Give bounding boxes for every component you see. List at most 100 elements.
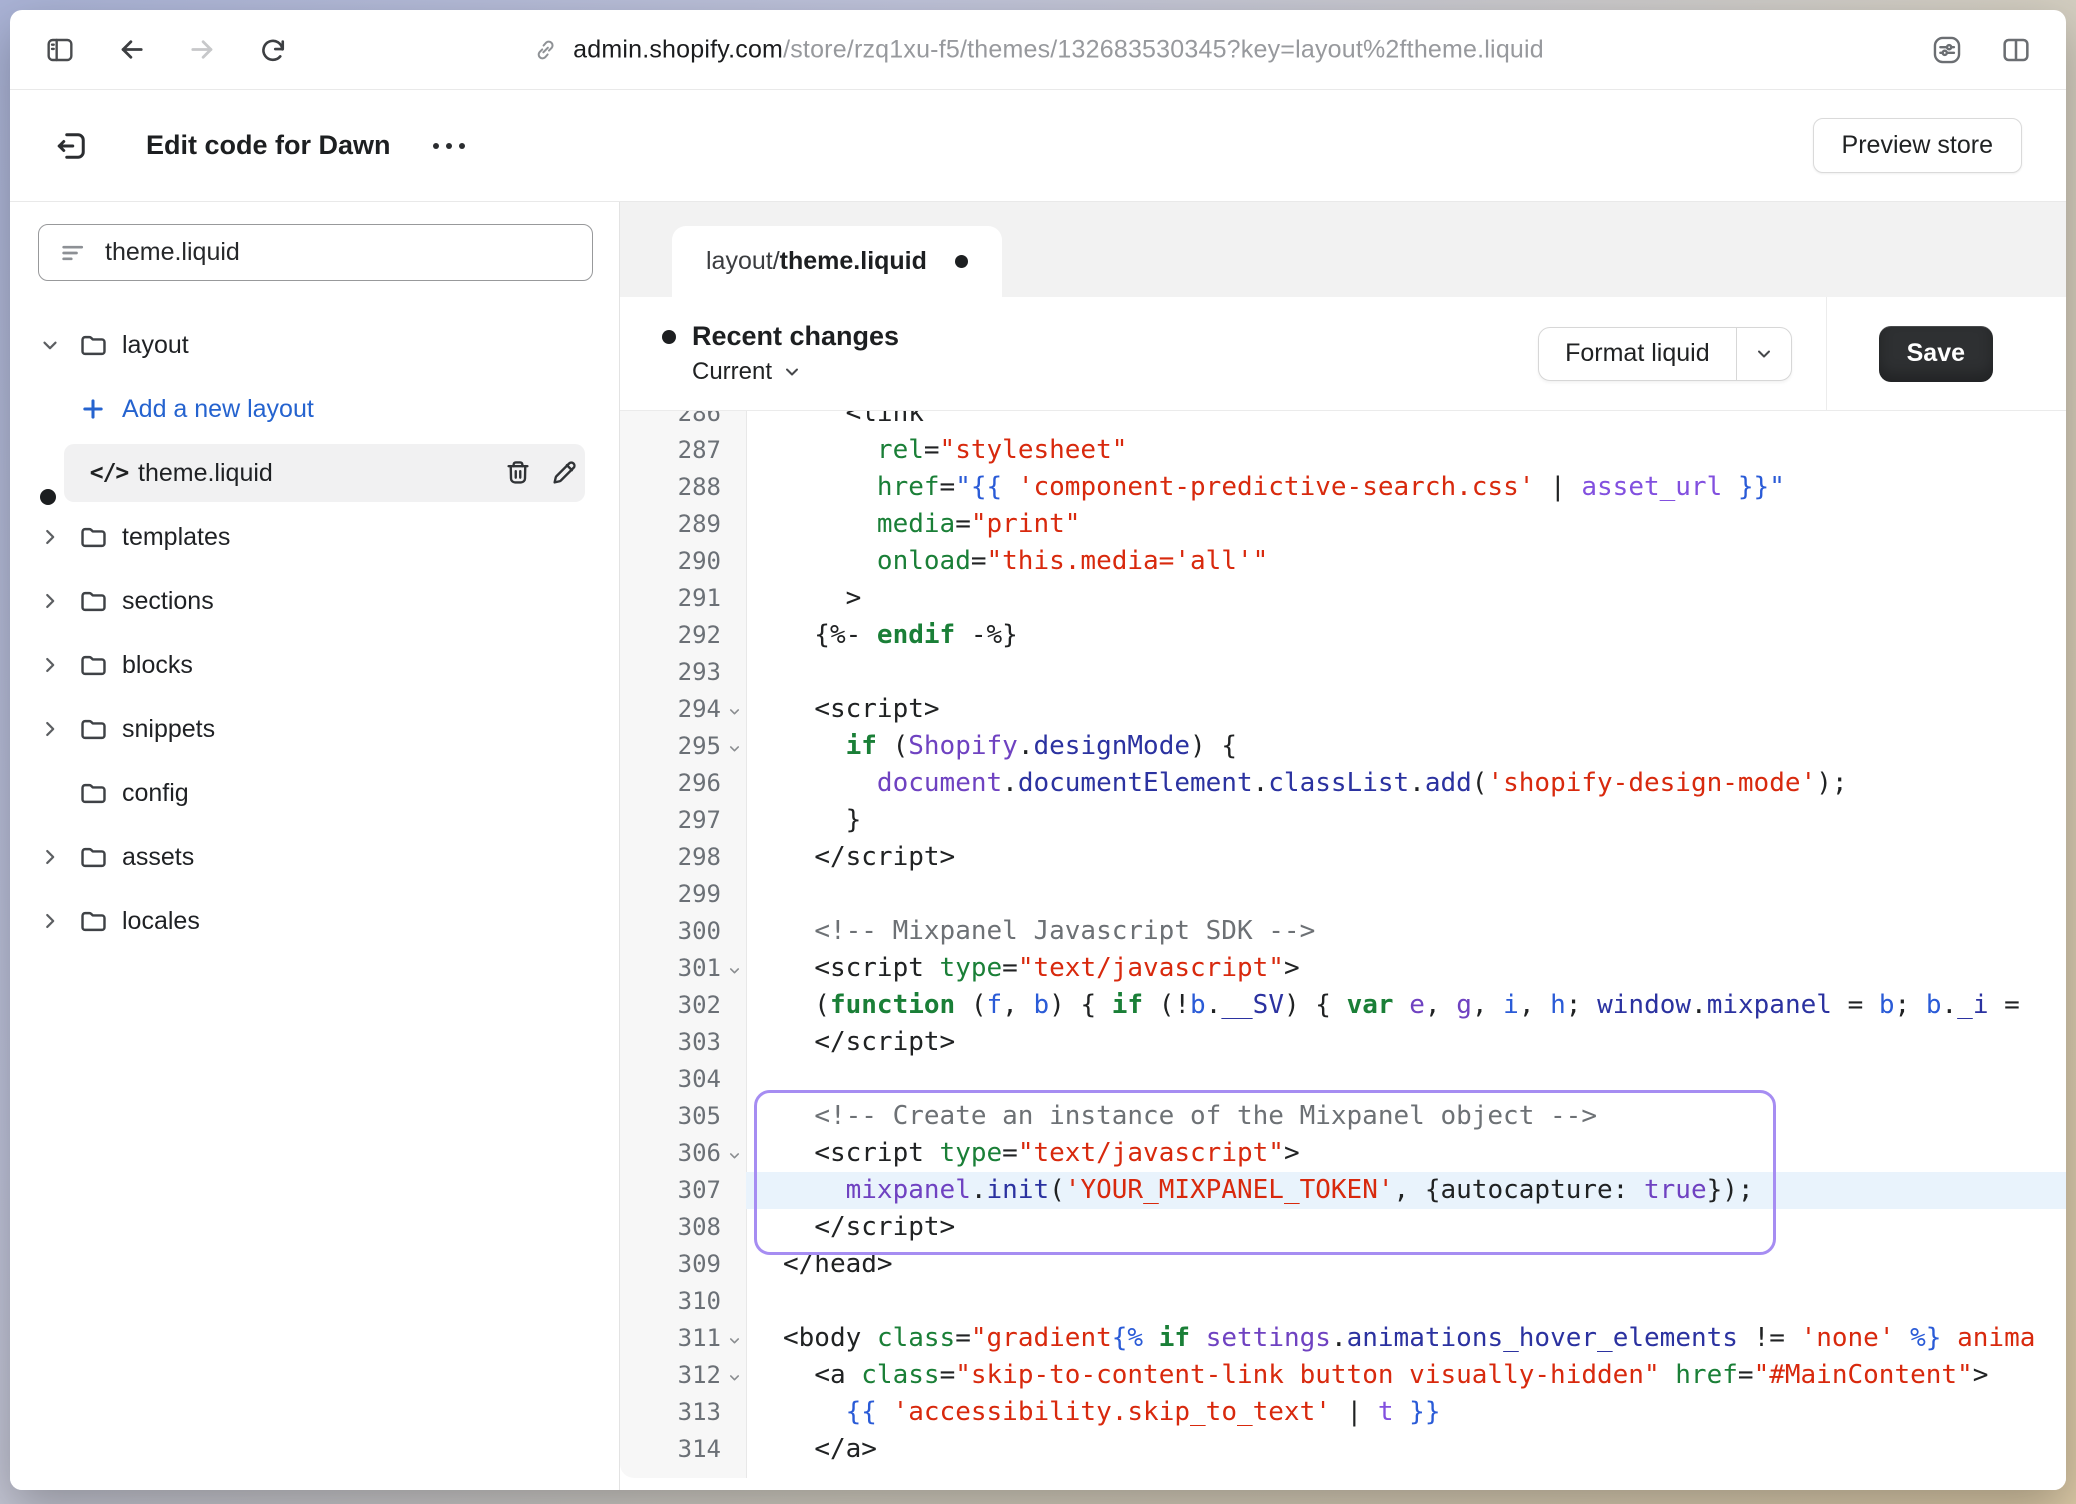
preview-store-button[interactable]: Preview store [1813, 118, 2022, 173]
code-line-310[interactable]: 310 [620, 1283, 2066, 1320]
chevron-right-icon[interactable] [38, 654, 62, 676]
code-line-307[interactable]: 307 mixpanel.init('YOUR_MIXPANEL_TOKEN',… [620, 1172, 2066, 1209]
line-number: 312 [620, 1357, 746, 1394]
sidebar-toggle-icon[interactable] [44, 34, 76, 66]
sidebar-item-templates[interactable]: templates [10, 505, 619, 569]
browser-settings-icon[interactable] [1930, 33, 1964, 67]
code-line-295[interactable]: 295 if (Shopify.designMode) { [620, 728, 2066, 765]
code-text: <link [746, 411, 2066, 432]
page-title: Edit code for Dawn [146, 130, 391, 161]
tab-theme-liquid[interactable]: layout/theme.liquid [672, 226, 1002, 297]
sidebar-item-locales[interactable]: locales [10, 889, 619, 953]
code-text: <script type="text/javascript"> [746, 950, 2066, 987]
line-number: 289 [620, 506, 746, 543]
chevron-right-icon[interactable] [38, 526, 62, 548]
fold-chevron-icon[interactable] [727, 963, 742, 978]
search-input[interactable] [105, 238, 572, 267]
code-line-311[interactable]: 311<body class="gradient{% if settings.a… [620, 1320, 2066, 1357]
sidebar-item-sections[interactable]: sections [10, 569, 619, 633]
line-number: 297 [620, 802, 746, 839]
code-line-309[interactable]: 309</head> [620, 1246, 2066, 1283]
recent-changes-title: Recent changes [692, 321, 899, 352]
exit-editor-icon[interactable] [54, 128, 90, 164]
code-line-286[interactable]: 286 <link [620, 411, 2066, 432]
forward-icon[interactable] [187, 34, 218, 65]
code-line-289[interactable]: 289 media="print" [620, 506, 2066, 543]
chevron-right-icon[interactable] [38, 846, 62, 868]
version-dropdown[interactable]: Current [662, 358, 899, 386]
line-number: 303 [620, 1024, 746, 1061]
code-editor[interactable]: 286 <link287 rel="stylesheet"288 href="{… [620, 411, 2066, 1478]
sidebar-item-config[interactable]: config [10, 761, 619, 825]
code-text: > [746, 580, 2066, 617]
code-text: <body class="gradient{% if settings.anim… [746, 1320, 2066, 1357]
code-line-287[interactable]: 287 rel="stylesheet" [620, 432, 2066, 469]
code-text: </script> [746, 839, 2066, 876]
save-button[interactable]: Save [1879, 326, 1993, 382]
code-text: onload="this.media='all'" [746, 543, 2066, 580]
sidebar-item-assets[interactable]: assets [10, 825, 619, 889]
code-line-300[interactable]: 300 <!-- Mixpanel Javascript SDK --> [620, 913, 2066, 950]
code-line-308[interactable]: 308 </script> [620, 1209, 2066, 1246]
split-view-icon[interactable] [2000, 34, 2032, 66]
code-text: media="print" [746, 506, 2066, 543]
code-text: mixpanel.init('YOUR_MIXPANEL_TOKEN', {au… [746, 1172, 2066, 1209]
sidebar-item-layout[interactable]: layout [10, 313, 619, 377]
code-line-314[interactable]: 314 </a> [620, 1431, 2066, 1468]
code-line-301[interactable]: 301 <script type="text/javascript"> [620, 950, 2066, 987]
code-line-288[interactable]: 288 href="{{ 'component-predictive-searc… [620, 469, 2066, 506]
folder-icon [76, 714, 110, 745]
code-line-302[interactable]: 302 (function (f, b) { if (!b.__SV) { va… [620, 987, 2066, 1024]
code-line-293[interactable]: 293 [620, 654, 2066, 691]
code-line-305[interactable]: 305 <!-- Create an instance of the Mixpa… [620, 1098, 2066, 1135]
more-actions-icon[interactable] [433, 143, 465, 149]
fold-chevron-icon[interactable] [727, 741, 742, 756]
code-line-296[interactable]: 296 document.documentElement.classList.a… [620, 765, 2066, 802]
code-line-304[interactable]: 304 [620, 1061, 2066, 1098]
chevron-down-icon[interactable] [38, 334, 62, 356]
line-number: 298 [620, 839, 746, 876]
fold-chevron-icon[interactable] [727, 1333, 742, 1348]
line-number: 295 [620, 728, 746, 765]
sidebar-item-blocks[interactable]: blocks [10, 633, 619, 697]
code-line-312[interactable]: 312 <a class="skip-to-content-link butto… [620, 1357, 2066, 1394]
fold-chevron-icon[interactable] [727, 704, 742, 719]
browser-window: admin.shopify.com/store/rzq1xu-f5/themes… [10, 10, 2066, 1490]
address-bar[interactable]: admin.shopify.com/store/rzq1xu-f5/themes… [532, 35, 1544, 64]
sidebar-item-snippets[interactable]: snippets [10, 697, 619, 761]
editor-main: layout/theme.liquid Recent changes Curre… [620, 202, 2066, 1490]
code-line-298[interactable]: 298 </script> [620, 839, 2066, 876]
sidebar-item-add-a-new-layout[interactable]: Add a new layout [10, 377, 619, 441]
filter-icon [59, 239, 87, 267]
reload-icon[interactable] [258, 35, 288, 65]
line-number: 294 [620, 691, 746, 728]
fold-chevron-icon[interactable] [727, 1148, 742, 1163]
tab-strip: layout/theme.liquid [620, 202, 2066, 297]
code-line-297[interactable]: 297 } [620, 802, 2066, 839]
fold-chevron-icon[interactable] [727, 1370, 742, 1385]
code-line-294[interactable]: 294 <script> [620, 691, 2066, 728]
chevron-right-icon[interactable] [38, 718, 62, 740]
format-options-chevron-icon[interactable] [1737, 328, 1791, 380]
chevron-right-icon[interactable] [38, 590, 62, 612]
code-line-306[interactable]: 306 <script type="text/javascript"> [620, 1135, 2066, 1172]
line-number: 288 [620, 469, 746, 506]
code-line-303[interactable]: 303 </script> [620, 1024, 2066, 1061]
format-liquid-button[interactable]: Format liquid [1538, 327, 1792, 381]
back-icon[interactable] [116, 34, 147, 65]
sidebar-item-label: assets [122, 843, 194, 872]
code-line-290[interactable]: 290 onload="this.media='all'" [620, 543, 2066, 580]
file-search[interactable] [38, 224, 593, 281]
sidebar-item-label: config [122, 779, 189, 808]
code-line-292[interactable]: 292 {%- endif -%} [620, 617, 2066, 654]
code-line-313[interactable]: 313 {{ 'accessibility.skip_to_text' | t … [620, 1394, 2066, 1431]
url-text: admin.shopify.com/store/rzq1xu-f5/themes… [573, 35, 1544, 64]
rename-file-icon[interactable] [549, 458, 579, 488]
delete-file-icon[interactable] [503, 458, 533, 488]
code-line-291[interactable]: 291 > [620, 580, 2066, 617]
code-line-299[interactable]: 299 [620, 876, 2066, 913]
version-label: Current [692, 358, 772, 386]
file-sidebar: layoutAdd a new layout</>theme.liquidtem… [10, 202, 620, 1490]
sidebar-item-theme.liquid[interactable]: </>theme.liquid [10, 441, 619, 505]
chevron-right-icon[interactable] [38, 910, 62, 932]
